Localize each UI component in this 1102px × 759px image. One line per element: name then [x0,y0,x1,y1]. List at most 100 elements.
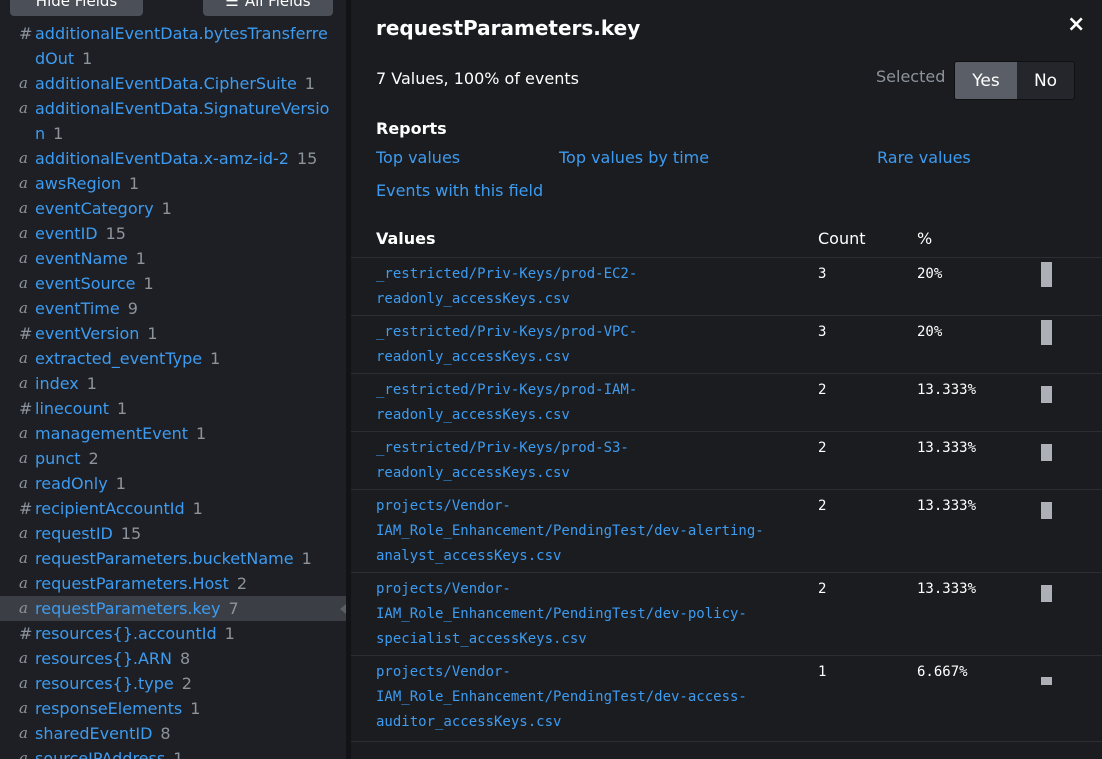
value-row[interactable]: _restricted/Priv-Keys/prod-EC2- readonly_… [351,257,1102,315]
field-value-link[interactable]: _restricted/Priv-Keys/prod-S3- readonly_a… [376,436,796,486]
field-value-link[interactable]: _restricted/Priv-Keys/prod-VPC-readonly_… [376,320,796,370]
field-name[interactable]: punct [35,449,81,468]
field-distinct-count: 9 [127,299,138,318]
field-value-link[interactable]: projects/Vendor- IAM_Role_Enhancement/Pen… [376,577,796,652]
field-item[interactable]: a eventCategory 1 [0,196,346,221]
field-item[interactable]: a additionalEventData.x-amz-id-2 15 [0,146,346,171]
field-name[interactable]: extracted_eventType [35,349,202,368]
field-value-link[interactable]: _restricted/Priv-Keys/prod-EC2- readonly_… [376,262,796,312]
field-name[interactable]: sourceIPAddress [35,749,165,759]
field-name[interactable]: additionalEventData.bytesTransferre [35,24,328,43]
field-name[interactable]: index [35,374,79,393]
value-row[interactable]: _restricted/Priv-Keys/prod-VPC-readonly_… [351,315,1102,373]
field-item[interactable]: # recipientAccountId 1 [0,496,346,521]
field-item[interactable]: a resources{}.ARN 8 [0,646,346,671]
field-name[interactable]: recipientAccountId [35,499,185,518]
field-name[interactable]: eventSource [35,274,136,293]
field-item[interactable]: # resources{}.accountId 1 [0,621,346,646]
field-item[interactable]: a awsRegion 1 [0,171,346,196]
field-item[interactable]: a sharedEventID 8 [0,721,346,746]
field-name[interactable]: readOnly [35,474,108,493]
field-name[interactable]: additionalEventData.CipherSuite [35,74,297,93]
field-item[interactable]: a extracted_eventType 1 [0,346,346,371]
selected-no-button[interactable]: No [1017,62,1074,99]
field-name[interactable]: eventCategory [35,199,154,218]
field-item[interactable]: a eventID 15 [0,221,346,246]
field-value-line: IAM_Role_Enhancement/PendingTest/dev-pol… [376,606,747,622]
field-name[interactable]: eventTime [35,299,120,318]
percent-bar [1041,677,1052,685]
percent-bar [1041,262,1052,287]
field-item[interactable]: a requestParameters.bucketName 1 [0,546,346,571]
all-fields-button[interactable]: ☰ All Fields [203,0,333,16]
string-type-icon: a [19,724,28,742]
field-name[interactable]: additionalEventData.SignatureVersio [35,99,329,118]
field-item[interactable]: a eventSource 1 [0,271,346,296]
selected-yes-button[interactable]: Yes [955,62,1017,99]
field-item[interactable]: a responseElements 1 [0,696,346,721]
table-bottom-border [351,741,1102,742]
field-item[interactable]: a additionalEventData.SignatureVersio n 1 [0,96,346,146]
field-item[interactable]: a eventName 1 [0,246,346,271]
field-name[interactable]: resources{}.type [35,674,174,693]
string-type-icon: a [19,99,28,117]
field-name[interactable]: requestID [35,524,113,543]
hide-fields-button[interactable]: Hide Fields [10,0,143,16]
field-item[interactable]: a readOnly 1 [0,471,346,496]
field-name[interactable]: sharedEventID [35,724,152,743]
field-name[interactable]: n [35,124,45,143]
field-item[interactable]: a punct 2 [0,446,346,471]
rare-values-link[interactable]: Rare values [877,148,971,167]
field-name[interactable]: eventVersion [35,324,139,343]
value-percent: 13.333% [917,581,977,597]
close-icon[interactable]: × [1067,12,1085,37]
field-name[interactable]: eventName [35,249,128,268]
top-values-link[interactable]: Top values [376,148,460,167]
field-name[interactable]: requestParameters.key [35,599,221,618]
value-row[interactable]: _restricted/Priv-Keys/prod-S3- readonly_a… [351,431,1102,489]
values-column-header: Values [376,229,436,248]
field-item[interactable]: # additionalEventData.bytesTransferre dOut… [0,21,346,71]
top-values-by-time-link[interactable]: Top values by time [559,148,709,167]
field-name[interactable]: linecount [35,399,109,418]
field-name[interactable]: dOut [35,49,74,68]
field-distinct-count: 1 [115,474,126,493]
field-name[interactable]: eventID [35,224,98,243]
value-row[interactable]: projects/Vendor- IAM_Role_Enhancement/Pen… [351,655,1102,738]
string-type-icon: a [19,549,28,567]
field-item[interactable]: a requestID 15 [0,521,346,546]
field-item[interactable]: a index 1 [0,371,346,396]
field-name[interactable]: additionalEventData.x-amz-id-2 [35,149,289,168]
field-item[interactable]: a additionalEventData.CipherSuite 1 [0,71,346,96]
field-name[interactable]: resources{}.ARN [35,649,172,668]
field-item[interactable]: a eventTime 9 [0,296,346,321]
field-name[interactable]: managementEvent [35,424,188,443]
string-type-icon: a [19,149,28,167]
events-with-field-link[interactable]: Events with this field [376,181,543,200]
field-name[interactable]: resources{}.accountId [35,624,217,643]
string-type-icon: a [19,349,28,367]
field-name[interactable]: awsRegion [35,174,121,193]
field-name[interactable]: requestParameters.Host [35,574,229,593]
field-value-link[interactable]: projects/Vendor- IAM_Role_Enhancement/Pen… [376,660,796,735]
field-item[interactable]: # linecount 1 [0,396,346,421]
field-value-link[interactable]: projects/Vendor- IAM_Role_Enhancement/Pen… [376,494,796,569]
field-item-selected[interactable]: a requestParameters.key 7 [0,596,346,621]
numeric-type-icon: # [19,324,33,343]
numeric-type-icon: # [19,499,33,518]
field-item[interactable]: # eventVersion 1 [0,321,346,346]
field-distinct-count: 1 [135,249,146,268]
field-item[interactable]: a sourceIPAddress 1 [0,746,346,759]
value-row[interactable]: projects/Vendor- IAM_Role_Enhancement/Pen… [351,489,1102,572]
value-count: 3 [818,266,827,282]
value-row[interactable]: _restricted/Priv-Keys/prod-IAM-readonly_… [351,373,1102,431]
field-name[interactable]: requestParameters.bucketName [35,549,294,568]
field-name[interactable]: responseElements [35,699,182,718]
field-distinct-count: 15 [105,224,126,243]
field-value-link[interactable]: _restricted/Priv-Keys/prod-IAM-readonly_… [376,378,796,428]
field-item[interactable]: a resources{}.type 2 [0,671,346,696]
field-distinct-count: 1 [86,374,97,393]
field-item[interactable]: a managementEvent 1 [0,421,346,446]
field-item[interactable]: a requestParameters.Host 2 [0,571,346,596]
value-row[interactable]: projects/Vendor- IAM_Role_Enhancement/Pen… [351,572,1102,655]
